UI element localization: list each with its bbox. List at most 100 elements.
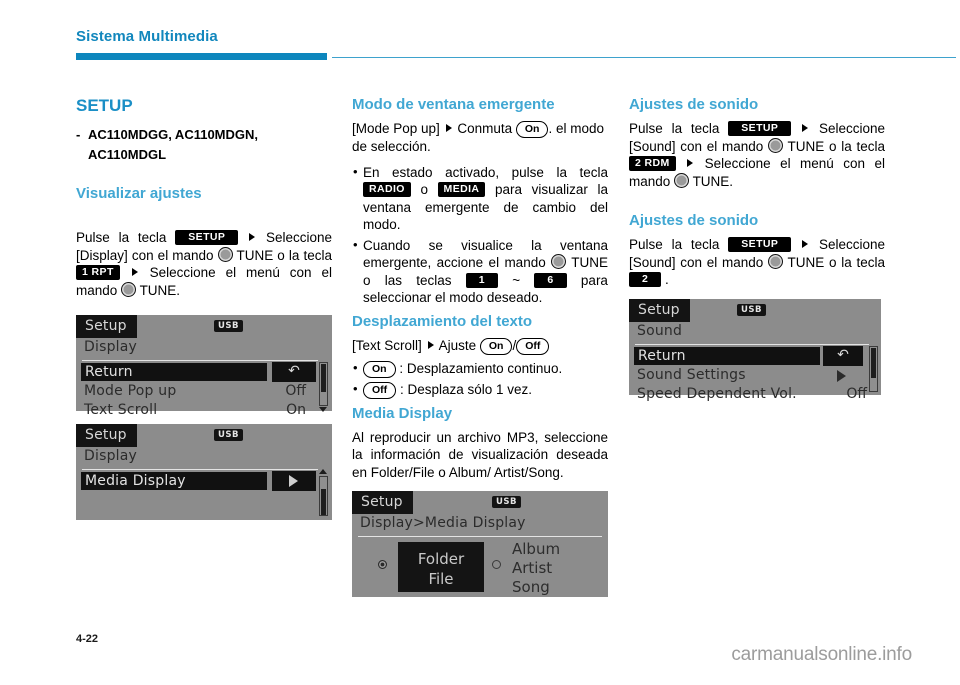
- lcd-row-return[interactable]: Return: [81, 363, 267, 381]
- option-album-artist-song[interactable]: Album Artist Song: [512, 540, 560, 597]
- paragraph-media-display: Al reproducir un archivo MP3, seleccione…: [352, 429, 608, 480]
- model-line-1: AC110MDGG, AC110MDGN,: [88, 127, 259, 142]
- lcd-divider: [358, 536, 602, 537]
- text-fragment: Conmuta: [457, 121, 513, 136]
- lcd-media-display-icon-box[interactable]: [272, 471, 316, 491]
- text-fragment: En estado activado, pulse la tecla: [363, 164, 608, 180]
- play-arrow-icon: [837, 369, 846, 382]
- text-fragment: TUNE o la tecla: [787, 138, 885, 154]
- text-fragment: TUNE.: [139, 282, 181, 298]
- chevron-up-icon[interactable]: [319, 469, 327, 474]
- lcd-return-icon-box[interactable]: ↶: [823, 345, 863, 366]
- text-fragment: TUNE.: [692, 173, 734, 189]
- chevron-down-icon[interactable]: [319, 407, 327, 412]
- pill-off: Off: [516, 337, 550, 355]
- paragraph-visualizar-ajustes: Pulse la tecla SETUP Seleccione [Display…: [76, 229, 332, 299]
- chapter-title: Sistema Multimedia: [76, 28, 218, 45]
- header-rule: [76, 53, 956, 62]
- lcd-row-media-display[interactable]: Media Display: [81, 472, 267, 490]
- keycap-media: MEDIA: [437, 182, 486, 197]
- model-list-item: AC110MDGL: [76, 147, 332, 163]
- tune-knob-icon: [768, 253, 784, 269]
- option-label-song: Song: [512, 578, 550, 596]
- text-fragment: Pulse la tecla: [76, 230, 167, 245]
- arrow-right-icon: [131, 268, 138, 276]
- text-fragment: [Text Scroll]: [352, 337, 422, 353]
- return-arrow-icon: ↶: [837, 346, 849, 363]
- lcd-screen-setup-display-1: Setup USB Display Return ↶ Mode Pop up O…: [76, 315, 332, 418]
- lcd-row-sound-settings[interactable]: Sound Settings: [637, 366, 746, 384]
- lcd-row-mode-pop-up[interactable]: Mode Pop up: [84, 382, 176, 400]
- dash-marker: -: [76, 127, 81, 142]
- keycap-2-rdm: 2 RDM: [629, 156, 676, 171]
- list-item: En estado activado, pulse la tecla RADIO…: [352, 163, 608, 234]
- usb-badge: USB: [214, 320, 244, 332]
- lcd-screen-setup-sound: Setup USB Sound Return ↶ Sound Settings …: [629, 298, 881, 402]
- lcd-scrollbar-thumb[interactable]: [321, 364, 326, 392]
- lcd-row-speed-dependent-vol[interactable]: Speed Dependent Vol.: [637, 385, 797, 403]
- section-heading-ajustes-de-sonido-2: Ajustes de sonido: [629, 212, 759, 229]
- column-left: SETUP - AC110MDGG, AC110MDGN, AC110MDGL …: [76, 96, 332, 520]
- arrow-right-icon: [427, 340, 434, 349]
- paragraph-text-scroll: [Text Scroll] Ajuste On / Off: [352, 337, 608, 355]
- tune-knob-icon: [551, 254, 567, 269]
- lcd-scrollbar-thumb[interactable]: [321, 489, 326, 515]
- lcd-value-text-scroll: On: [286, 402, 306, 418]
- option-label-album: Album: [512, 540, 561, 558]
- lcd-value-speed-dependent-vol: Off: [846, 385, 867, 402]
- lcd-divider: [82, 469, 318, 470]
- play-arrow-icon: [289, 475, 298, 487]
- text-fragment: Pulse la tecla: [629, 121, 720, 136]
- pill-on: On: [515, 121, 549, 138]
- option-folder-file[interactable]: Folder File: [398, 542, 484, 592]
- text-fragment: : Desplazamiento continuo.: [399, 360, 563, 376]
- text-fragment: .: [665, 272, 669, 287]
- section-heading-visualizar-ajustes: Visualizar ajustes: [76, 185, 202, 202]
- text-fragment: [Mode Pop up]: [352, 121, 440, 136]
- text-fragment: : Desplaza sólo 1 vez.: [399, 381, 533, 397]
- keycap-setup: SETUP: [728, 121, 792, 136]
- lcd-scrollbar[interactable]: [869, 345, 878, 392]
- keycap-radio: RADIO: [363, 182, 411, 197]
- arrow-right-icon: [445, 124, 452, 132]
- lcd-divider: [635, 343, 869, 345]
- option-label-line2: File: [428, 570, 454, 588]
- lcd-scrollbar[interactable]: [319, 362, 328, 406]
- page-header: Sistema Multimedia: [76, 28, 956, 62]
- header-rule-thin: [332, 57, 956, 59]
- lcd-breadcrumb: Display>Media Display: [360, 515, 526, 531]
- section-heading-ajustes-de-sonido-1: Ajustes de sonido: [629, 96, 759, 113]
- lcd-return-icon-box[interactable]: ↶: [272, 362, 316, 382]
- paragraph-ajustes-de-sonido-2: Pulse la tecla SETUP Seleccione [Sound] …: [629, 236, 885, 289]
- tune-knob-icon: [768, 137, 784, 153]
- radio-folder-file-selected[interactable]: [378, 560, 387, 569]
- paragraph-mode-pop-up: [Mode Pop up] Conmuta On. el modo de sel…: [352, 120, 608, 156]
- header-rule-thick: [76, 53, 327, 60]
- text-fragment: TUNE o la tecla: [787, 254, 885, 270]
- section-heading-media-display: Media Display: [352, 404, 453, 422]
- section-heading-desplazamiento-del-texto: Desplazamiento del texto: [352, 312, 533, 330]
- page-number: 4-22: [76, 633, 99, 645]
- lcd-value-mode-pop-up: Off: [285, 383, 306, 399]
- arrow-right-icon: [802, 124, 809, 132]
- section-heading-modo-ventana-emergente: Modo de ventana emergente: [352, 96, 555, 113]
- list-item: Off : Desplaza sólo 1 vez.: [352, 380, 608, 399]
- keycap-setup: SETUP: [175, 230, 239, 245]
- lcd-scrollbar[interactable]: [319, 476, 328, 516]
- lcd-screen-setup-display-2: Setup USB Display Media Display: [76, 424, 332, 520]
- text-fragment: Ajuste: [438, 337, 477, 353]
- radio-album-artist-song[interactable]: [492, 560, 501, 569]
- lcd-tab-title: Setup: [352, 491, 413, 514]
- model-list-item: - AC110MDGG, AC110MDGN,: [76, 127, 332, 143]
- lcd-scrollbar-thumb[interactable]: [871, 347, 876, 378]
- option-label-line1: Folder: [417, 550, 465, 568]
- text-fragment: Pulse la tecla: [629, 237, 720, 252]
- section-heading-setup: SETUP: [76, 96, 133, 115]
- pill-on: On: [363, 360, 396, 378]
- tune-knob-icon: [674, 172, 690, 188]
- keycap-1-rpt: 1 RPT: [76, 265, 120, 280]
- lcd-row-return[interactable]: Return: [634, 346, 820, 365]
- bullet-list-popup: En estado activado, pulse la tecla RADIO…: [352, 163, 608, 307]
- column-right: Ajustes de sonido Pulse la tecla SETUP S…: [629, 96, 885, 402]
- lcd-row-text-scroll[interactable]: Text Scroll: [84, 401, 157, 419]
